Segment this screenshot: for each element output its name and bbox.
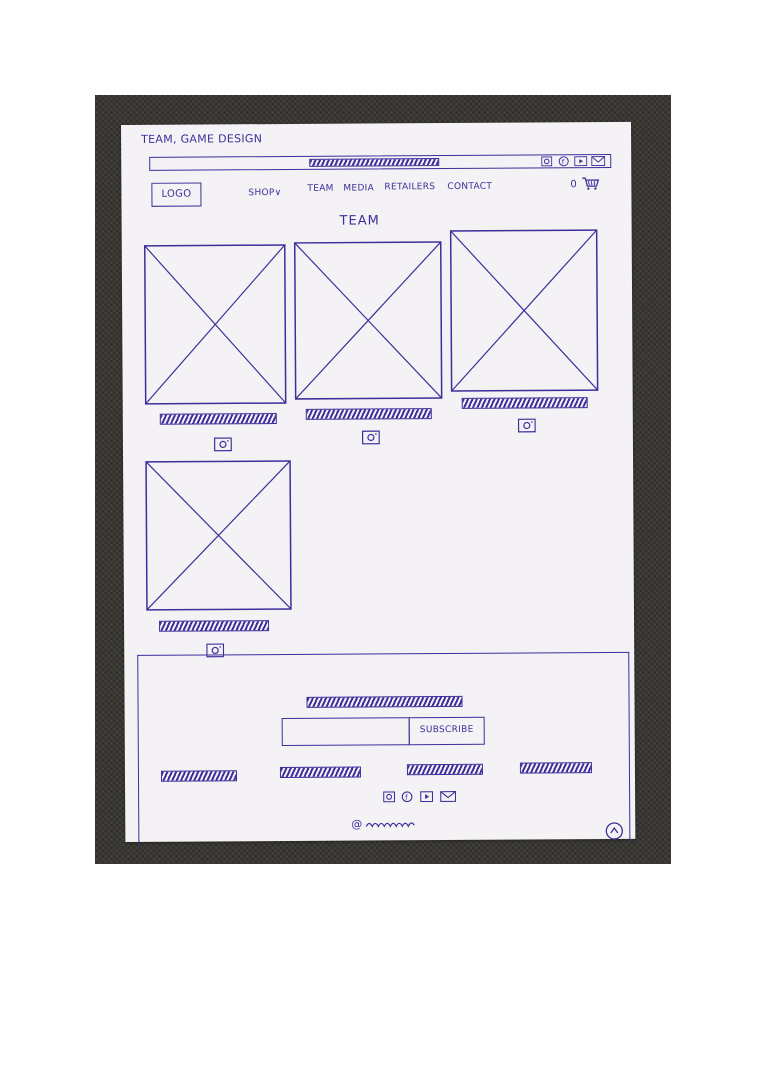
instagram-icon[interactable] (214, 437, 232, 452)
team-member-name-1 (159, 413, 277, 425)
team-member-name-2 (305, 408, 432, 420)
team-member-photo-2 (293, 241, 443, 400)
subscribe-label: SUBSCRIBE (419, 724, 474, 736)
nav-retailers[interactable]: RETAILERS (384, 182, 435, 192)
team-member-photo-1 (143, 244, 287, 405)
wireframe-sheet: TEAM, GAME DESIGN f LOGO SHOP∨ TEAM MEDI… (121, 121, 636, 845)
nav-media[interactable]: MEDIA (343, 183, 374, 193)
cart-count: 0 (570, 179, 578, 191)
mail-icon[interactable] (440, 791, 457, 803)
mail-icon[interactable] (591, 156, 606, 167)
copyright: @ (351, 817, 363, 831)
logo[interactable]: LOGO (151, 182, 202, 207)
footer (137, 651, 631, 845)
youtube-icon[interactable] (420, 791, 434, 803)
sheet-title: TEAM, GAME DESIGN (141, 132, 263, 146)
footer-link-4[interactable] (519, 762, 592, 774)
newsletter-heading-placeholder (306, 695, 463, 708)
footer-link-1[interactable] (160, 770, 238, 782)
logo-text: LOGO (161, 188, 192, 200)
team-member-photo-3 (449, 229, 599, 392)
facebook-icon[interactable]: f (401, 791, 413, 803)
facebook-icon[interactable]: f (558, 156, 569, 166)
footer-link-2[interactable] (279, 766, 361, 779)
svg-text:f: f (405, 794, 408, 802)
footer-link-3[interactable] (406, 763, 483, 776)
announcement-text-placeholder (309, 158, 440, 167)
team-member-name-3 (461, 397, 588, 409)
nav-team[interactable]: TEAM (307, 184, 333, 194)
team-member-name-4 (159, 620, 270, 632)
back-to-top-icon[interactable] (605, 822, 623, 840)
copyright-scribble (365, 822, 415, 828)
newsletter-email-input[interactable] (281, 717, 410, 747)
svg-text:f: f (562, 158, 565, 166)
nav-shop[interactable]: SHOP∨ (248, 188, 281, 198)
youtube-icon[interactable] (574, 156, 588, 167)
subscribe-button[interactable]: SUBSCRIBE (408, 716, 485, 746)
instagram-icon[interactable] (361, 430, 380, 445)
instagram-icon[interactable] (517, 418, 536, 433)
cart-icon[interactable] (581, 176, 600, 190)
instagram-icon[interactable] (383, 791, 396, 803)
team-heading: TEAM (339, 213, 380, 229)
team-member-photo-4 (145, 460, 292, 611)
nav-contact[interactable]: CONTACT (447, 182, 492, 192)
instagram-icon[interactable] (541, 156, 553, 167)
